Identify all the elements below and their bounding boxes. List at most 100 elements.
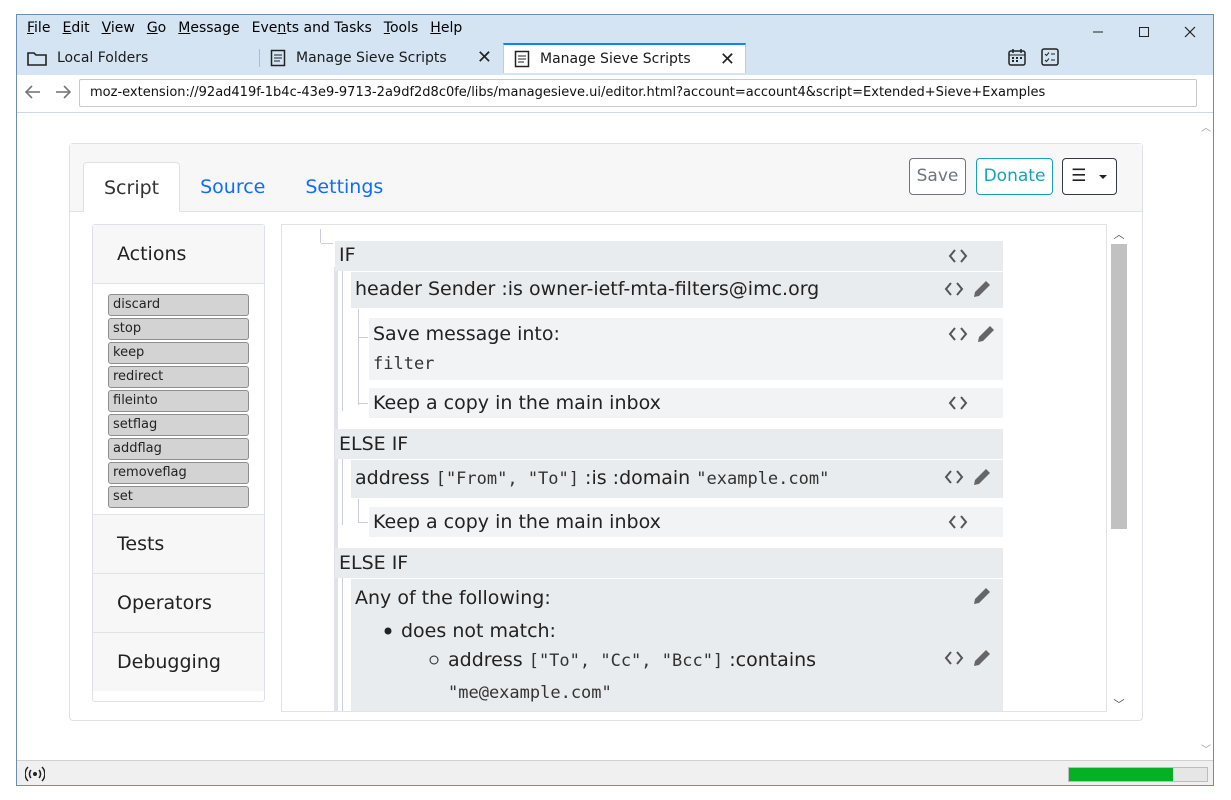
status-bar — [17, 760, 1213, 785]
fileinto-block[interactable]: Save message into: filter — [369, 318, 1003, 380]
online-status-icon[interactable] — [25, 766, 45, 782]
menu-edit[interactable]: Edit — [56, 15, 95, 41]
code-icon[interactable] — [947, 392, 969, 414]
tab-source[interactable]: Source — [180, 162, 285, 212]
operators-header[interactable]: Operators — [93, 573, 264, 632]
tree-line — [358, 403, 368, 404]
menu-message[interactable]: Message — [172, 15, 245, 41]
code-icon[interactable] — [943, 278, 965, 300]
keep-copy-text-1: Keep a copy in the main inbox — [373, 392, 661, 414]
elseif-keyword-2: ELSE IF — [339, 552, 409, 574]
save-button[interactable]: Save — [909, 158, 966, 195]
action-discard[interactable]: discard — [108, 294, 249, 316]
if-keyword: IF — [339, 244, 356, 266]
elseif-block-2[interactable]: ELSE IF — [335, 548, 1003, 578]
hamburger-icon: ☰ — [1071, 166, 1087, 186]
tab-manage-sieve-1[interactable]: Manage Sieve Scripts ✕ — [260, 43, 502, 73]
tests-header[interactable]: Tests — [93, 514, 264, 573]
code-icon[interactable] — [947, 245, 969, 267]
code-icon[interactable] — [943, 466, 965, 488]
scrollbar-thumb[interactable] — [1111, 244, 1127, 529]
donate-button[interactable]: Donate — [976, 158, 1053, 195]
any-of-label: Any of the following: — [355, 587, 551, 609]
action-fileinto[interactable]: fileinto — [108, 390, 249, 412]
menu-dropdown-button[interactable]: ☰ — [1062, 158, 1117, 195]
minimize-icon — [1093, 31, 1103, 33]
code-icon[interactable] — [947, 323, 969, 345]
tab-local-folders[interactable]: Local Folders — [17, 43, 259, 73]
menu-help[interactable]: Help — [424, 15, 468, 41]
menu-events-tasks[interactable]: Events and Tasks — [246, 15, 378, 41]
action-addflag[interactable]: addflag — [108, 438, 249, 460]
menu-file[interactable]: File — [21, 15, 56, 41]
tab-settings[interactable]: Settings — [285, 162, 403, 212]
tree-line — [342, 271, 343, 411]
menu-view[interactable]: View — [96, 15, 141, 41]
editor-scrollbar[interactable]: ︿ ﹀ — [1109, 226, 1129, 714]
tree-line — [321, 243, 333, 244]
tab-close-icon[interactable]: ✕ — [720, 49, 735, 70]
tasks-button[interactable] — [1040, 47, 1060, 67]
page-scrollbar[interactable]: ︿ ﹀ — [1199, 113, 1213, 760]
address-keyword: address — [355, 467, 430, 489]
scroll-up-icon[interactable]: ︿ — [1199, 119, 1213, 134]
folder-icon — [27, 52, 47, 66]
tab-script[interactable]: Script — [83, 162, 181, 212]
keep-copy-block-2[interactable]: Keep a copy in the main inbox — [369, 507, 1003, 537]
action-keep[interactable]: keep — [108, 342, 249, 364]
menu-message-label: essage — [190, 20, 240, 36]
code-icon[interactable] — [947, 511, 969, 533]
calendar-button[interactable] — [1007, 47, 1027, 67]
tab-bar: Local Folders Manage Sieve Scripts ✕ Man… — [17, 41, 1213, 75]
actions-header[interactable]: Actions — [93, 225, 264, 284]
scroll-down-icon[interactable]: ﹀ — [1109, 696, 1129, 712]
tab-close-icon[interactable]: ✕ — [477, 47, 492, 68]
if-block[interactable]: IF — [335, 241, 1003, 271]
scroll-down-icon[interactable]: ﹀ — [1199, 741, 1213, 756]
forward-button[interactable] — [52, 82, 74, 104]
code-icon[interactable] — [943, 647, 965, 669]
script-editor: IF header Sender :is owner-ietf-mta-filt… — [281, 224, 1107, 712]
menu-events-pre: Eve — [251, 20, 278, 36]
menu-view-label: iew — [110, 20, 135, 36]
menu-help-label: elp — [440, 20, 463, 36]
thunderbird-window: File Edit View Go Message Events and Tas… — [16, 14, 1214, 786]
action-stop[interactable]: stop — [108, 318, 249, 340]
tab-local-folders-label: Local Folders — [57, 50, 149, 66]
action-redirect[interactable]: redirect — [108, 366, 249, 388]
action-set[interactable]: set — [108, 486, 249, 508]
menu-go[interactable]: Go — [141, 15, 172, 41]
menu-view-accel: V — [101, 20, 111, 36]
menu-tools-label: ools — [389, 20, 419, 36]
navigation-bar: moz-extension://92ad419f-1b4c-43e9-9713-… — [17, 75, 1213, 113]
menu-tools[interactable]: Tools — [378, 15, 425, 41]
back-button[interactable] — [22, 82, 44, 104]
pencil-icon[interactable] — [971, 585, 993, 607]
menu-help-accel: H — [430, 20, 441, 36]
pencil-icon[interactable] — [971, 647, 993, 669]
tree-line — [342, 578, 343, 711]
actions-list: discard stop keep redirect fileinto setf… — [93, 284, 264, 514]
editor-tabs: Script Source Settings — [83, 162, 403, 212]
scroll-up-icon[interactable]: ︿ — [1109, 226, 1129, 242]
action-setflag[interactable]: setflag — [108, 414, 249, 436]
menu-events-accel: n — [277, 20, 287, 36]
address-test-block[interactable]: address ["From", "To"] :is :domain "exam… — [351, 460, 1003, 498]
tasks-icon — [1041, 48, 1059, 66]
url-field[interactable]: moz-extension://92ad419f-1b4c-43e9-9713-… — [79, 79, 1197, 107]
keep-copy-block-1[interactable]: Keep a copy in the main inbox — [369, 388, 1003, 418]
pencil-icon[interactable] — [971, 278, 993, 300]
elseif-block-1[interactable]: ELSE IF — [335, 429, 1003, 459]
anyof-block[interactable]: Any of the following: does not match: ad… — [351, 579, 1003, 711]
header-test-block[interactable]: header Sender :is owner-ietf-mta-filters… — [351, 272, 1003, 308]
tab-manage-sieve-2-label: Manage Sieve Scripts — [540, 51, 691, 67]
address-test-line: address ["From", "To"] :is :domain "exam… — [355, 467, 829, 489]
pencil-icon[interactable] — [971, 466, 993, 488]
debugging-header[interactable]: Debugging — [93, 632, 264, 691]
pencil-icon[interactable] — [975, 323, 997, 345]
title-bar: File Edit View Go Message Events and Tas… — [17, 15, 1213, 41]
save-into-label: Save message into: — [373, 323, 560, 345]
action-removeflag[interactable]: removeflag — [108, 462, 249, 484]
tab-manage-sieve-2[interactable]: Manage Sieve Scripts ✕ — [503, 43, 746, 73]
content-area: ︿ ﹀ Script Source Settings Save Donate ☰… — [17, 113, 1213, 760]
